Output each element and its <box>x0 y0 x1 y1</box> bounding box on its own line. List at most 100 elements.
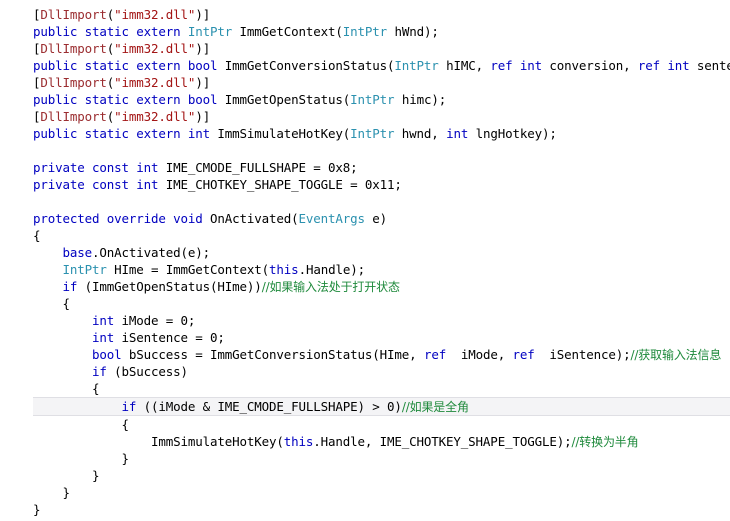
code-token-plain: } <box>33 485 71 500</box>
code-token-keyword: private const int <box>33 177 159 192</box>
code-line[interactable]: [DllImport("imm32.dll")] <box>0 40 730 57</box>
code-line[interactable]: protected override void OnActivated(Even… <box>0 210 730 227</box>
code-line[interactable]: int iSentence = 0; <box>0 329 730 346</box>
code-token-plain: hIMC, <box>438 58 491 73</box>
code-line[interactable]: } <box>0 467 730 484</box>
code-line-highlighted[interactable]: if ((iMode & IME_CMODE_FULLSHAPE) > 0)//… <box>33 397 730 416</box>
code-line[interactable]: int iMode = 0; <box>0 312 730 329</box>
code-token-keyword: int <box>446 126 469 141</box>
code-token-keyword: int <box>92 313 115 328</box>
code-token-comment: //如果是全角 <box>401 400 469 414</box>
code-line[interactable]: if (bSuccess) <box>0 363 730 380</box>
code-line[interactable]: { <box>0 416 730 433</box>
code-token-plain: )] <box>195 41 211 56</box>
code-token-plain: .Handle, IME_CHOTKEY_SHAPE_TOGGLE); <box>313 434 572 449</box>
code-token-plain: iSentence = 0; <box>114 330 225 345</box>
code-line[interactable]: public static extern IntPtr ImmGetContex… <box>0 23 730 40</box>
code-token-plain: iMode = 0; <box>114 313 196 328</box>
code-token-plain: { <box>33 417 130 432</box>
code-line[interactable]: { <box>0 380 730 397</box>
code-token-keyword: ref <box>423 347 447 362</box>
code-line[interactable]: public static extern bool ImmGetConversi… <box>0 57 730 74</box>
code-token-string: "imm32.dll" <box>114 41 196 56</box>
code-lines-container: [DllImport("imm32.dll")] public static ex… <box>0 6 730 518</box>
code-line[interactable]: public static extern bool ImmGetOpenStat… <box>0 91 730 108</box>
code-token-keyword: if <box>92 364 107 379</box>
code-line[interactable] <box>0 193 730 210</box>
code-token-keyword: private const int <box>33 160 159 175</box>
code-line[interactable]: if (ImmGetOpenStatus(HIme))//如果输入法处于打开状态 <box>0 278 730 295</box>
code-token-plain: hWnd); <box>387 24 439 39</box>
code-line[interactable]: } <box>0 501 730 518</box>
code-token-string: "imm32.dll" <box>114 109 196 124</box>
code-token-attribute: DllImport <box>40 75 107 90</box>
code-token-plain: iMode, <box>446 347 513 362</box>
code-line[interactable]: [DllImport("imm32.dll")] <box>0 108 730 125</box>
code-token-plain: } <box>33 451 130 466</box>
code-token-string: "imm32.dll" <box>114 75 196 90</box>
code-line[interactable]: private const int IME_CMODE_FULLSHAPE = … <box>0 159 730 176</box>
code-token-plain: ImmGetConversionStatus( <box>217 58 395 73</box>
code-line[interactable]: [DllImport("imm32.dll")] <box>0 6 730 23</box>
code-token-keyword: public static extern <box>33 24 188 39</box>
code-line[interactable]: ImmSimulateHotKey(this.Handle, IME_CHOTK… <box>0 433 730 450</box>
code-token-plain: himc); <box>394 92 447 107</box>
code-token-plain: ((iMode & IME_CMODE_FULLSHAPE) > 0) <box>136 399 402 414</box>
code-line[interactable] <box>0 142 730 159</box>
code-token-type: IntPtr <box>62 262 107 277</box>
code-line[interactable]: public static extern int ImmSimulateHotK… <box>0 125 730 142</box>
code-token-keyword: bool <box>92 347 122 362</box>
code-token-plain: )] <box>195 75 211 90</box>
code-token-string: "imm32.dll" <box>114 7 196 22</box>
code-token-type: IntPtr <box>342 24 388 39</box>
code-token-attribute: DllImport <box>40 41 107 56</box>
code-line[interactable]: { <box>0 295 730 312</box>
code-line[interactable]: [DllImport("imm32.dll")] <box>0 74 730 91</box>
code-token-plain: conversion, <box>541 58 638 73</box>
code-token-plain: { <box>33 228 41 243</box>
code-token-keyword: if <box>121 399 137 414</box>
code-token-plain: ImmGetOpenStatus( <box>217 92 351 107</box>
code-line[interactable]: private const int IME_CHOTKEY_SHAPE_TOGG… <box>0 176 730 193</box>
code-line[interactable]: bool bSuccess = ImmGetConversionStatus(H… <box>0 346 730 363</box>
code-token-keyword: public static extern bool <box>33 92 218 107</box>
code-token-keyword: if <box>62 279 78 294</box>
code-line[interactable]: base.OnActivated(e); <box>0 244 730 261</box>
code-token-plain: IME_CMODE_FULLSHAPE = 0x8; <box>158 160 358 175</box>
code-token-plain: iSentence); <box>534 347 631 362</box>
code-line[interactable]: } <box>0 484 730 501</box>
code-token-keyword: int <box>92 330 115 345</box>
code-token-plain: bSuccess = ImmGetConversionStatus(HIme, <box>121 347 424 362</box>
code-token-plain: sentence); <box>696 58 730 73</box>
code-token-plain: HIme = ImmGetContext( <box>106 262 270 277</box>
code-token-keyword: ref <box>512 347 535 362</box>
code-token-plain: e) <box>364 211 388 226</box>
code-line[interactable]: { <box>0 227 730 244</box>
code-token-type: IntPtr <box>350 92 395 107</box>
code-token-keyword: ref int <box>490 58 542 73</box>
code-token-type: IntPtr <box>187 24 233 39</box>
code-token-plain: (bSuccess) <box>106 364 188 379</box>
code-line[interactable]: } <box>0 450 730 467</box>
code-token-keyword: this <box>283 434 314 449</box>
code-line[interactable]: IntPtr HIme = ImmGetContext(this.Handle)… <box>0 261 730 278</box>
code-token-plain: .OnActivated(e); <box>92 245 211 260</box>
code-token-keyword: public static extern int <box>33 126 211 141</box>
code-token-plain: ImmSimulateHotKey( <box>33 434 284 449</box>
code-token-type: EventArgs <box>298 211 366 226</box>
code-token-plain: )] <box>195 7 211 22</box>
code-token-comment: //转换为半角 <box>571 435 639 449</box>
code-token-plain: IME_CHOTKEY_SHAPE_TOGGLE = 0x11; <box>158 177 402 192</box>
code-token-comment: //获取输入法信息 <box>630 348 722 362</box>
code-viewer[interactable]: [DllImport("imm32.dll")] public static ex… <box>0 0 730 521</box>
code-token-plain: (ImmGetOpenStatus(HIme)) <box>77 279 262 294</box>
code-token-type: IntPtr <box>350 126 395 141</box>
code-token-plain: } <box>33 468 100 483</box>
code-token-plain: } <box>33 502 41 517</box>
